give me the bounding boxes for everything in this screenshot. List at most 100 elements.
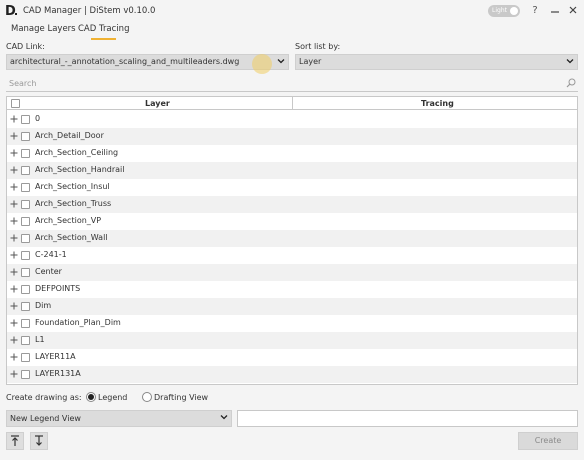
layer-name: Arch_Section_Wall [35,233,108,242]
table-row[interactable]: Arch_Section_Ceiling [7,145,577,162]
expand-plus-icon[interactable] [10,217,18,225]
cad-link-label: CAD Link: [6,42,45,51]
table-row[interactable]: Arch_Detail_Door [7,128,577,145]
table-row[interactable]: Arch_Section_VP [7,213,577,230]
layer-name: 0 [35,114,41,123]
cad-link-select[interactable]: architectural_-_annotation_scaling_and_m… [6,54,289,70]
theme-toggle[interactable]: Light [488,5,520,17]
table-row[interactable]: Arch_Section_Insul [7,179,577,196]
row-checkbox[interactable] [21,115,30,124]
minimize-icon [551,11,559,13]
expand-plus-icon[interactable] [10,370,18,378]
table-row[interactable]: Dim [7,298,577,315]
column-header-layer[interactable]: Layer [145,99,170,108]
expand-plus-icon[interactable] [10,336,18,344]
search-input[interactable]: Search [6,76,578,92]
expand-plus-icon[interactable] [10,285,18,293]
expand-plus-icon[interactable] [10,302,18,310]
table-row[interactable]: DEFPOINTS [7,281,577,298]
help-icon: ? [532,4,538,16]
row-checkbox[interactable] [21,370,30,379]
title-bar: D CAD Manager | DiStem v0.10.0 Light ? [0,0,584,22]
expand-plus-icon[interactable] [10,149,18,157]
expand-plus-icon[interactable] [10,132,18,140]
layer-name: C-241-1 [35,250,67,259]
column-header-tracing[interactable]: Tracing [421,99,454,108]
view-type-select[interactable]: New Legend View [6,410,232,427]
column-divider[interactable] [292,97,293,110]
tab-cad-tracing[interactable]: CAD Tracing [78,24,129,40]
tab-bar: Manage Layers CAD Tracing [0,22,584,40]
expand-plus-icon[interactable] [10,251,18,259]
app-title: CAD Manager | DiStem v0.10.0 [23,6,156,16]
view-name-input[interactable] [237,410,578,427]
table-row[interactable]: L1 [7,332,577,349]
chevron-down-icon [566,59,574,64]
expand-plus-icon[interactable] [10,234,18,242]
expand-plus-icon[interactable] [10,166,18,174]
expand-plus-icon[interactable] [10,200,18,208]
row-checkbox[interactable] [21,132,30,141]
layer-name: Arch_Section_Handrail [35,165,125,174]
row-checkbox[interactable] [21,285,30,294]
close-button[interactable] [566,3,580,17]
select-all-checkbox[interactable] [11,99,20,108]
layer-name: Center [35,267,62,276]
move-down-button[interactable] [30,432,48,450]
drafting-view-radio[interactable] [142,392,152,402]
row-checkbox[interactable] [21,200,30,209]
drafting-view-radio-label: Drafting View [154,393,209,402]
layer-name: Arch_Section_Ceiling [35,148,119,157]
row-checkbox[interactable] [21,217,30,226]
row-checkbox[interactable] [21,336,30,345]
search-icon [566,78,576,88]
table-row[interactable]: Arch_Section_Truss [7,196,577,213]
expand-plus-icon[interactable] [10,268,18,276]
table-row[interactable]: LAYER11A [7,349,577,366]
layer-name: Foundation_Plan_Dim [35,318,121,327]
row-checkbox[interactable] [21,149,30,158]
toggle-knob [510,7,518,15]
table-header: Layer Tracing [7,97,577,110]
table-row[interactable]: C-241-1 [7,247,577,264]
expand-plus-icon[interactable] [10,115,18,123]
chevron-down-icon [220,415,228,420]
cad-link-value: architectural_-_annotation_scaling_and_m… [10,57,240,66]
table-row[interactable]: LAYER131A [7,366,577,383]
layer-name: DEFPOINTS [35,284,81,293]
row-checkbox[interactable] [21,183,30,192]
row-checkbox[interactable] [21,268,30,277]
layer-name: LAYER11A [35,352,76,361]
layer-name: L1 [35,335,45,344]
svg-text:D: D [5,4,16,17]
sort-select[interactable]: Layer [295,54,578,70]
table-row[interactable]: 0 [7,111,577,128]
row-checkbox[interactable] [21,251,30,260]
table-row[interactable]: Arch_Section_Wall [7,230,577,247]
table-row[interactable]: Arch_Section_Handrail [7,162,577,179]
legend-radio[interactable] [86,392,96,402]
tab-manage-layers[interactable]: Manage Layers [11,24,76,34]
expand-plus-icon[interactable] [10,183,18,191]
layer-name: Arch_Detail_Door [35,131,104,140]
row-checkbox[interactable] [21,353,30,362]
table-row[interactable]: Foundation_Plan_Dim [7,315,577,332]
chevron-down-icon [277,59,285,64]
table-row[interactable]: Center [7,264,577,281]
expand-plus-icon[interactable] [10,319,18,327]
create-drawing-label: Create drawing as: [6,393,82,402]
move-up-button[interactable] [6,432,24,450]
row-checkbox[interactable] [21,234,30,243]
expand-plus-icon[interactable] [10,353,18,361]
sort-value: Layer [299,57,322,66]
row-checkbox[interactable] [21,302,30,311]
row-checkbox[interactable] [21,166,30,175]
app-logo: D [5,3,19,19]
create-button[interactable]: Create [518,432,578,450]
table-body: 0 Arch_Detail_Door Arch_Section_Ceiling Arc… [7,111,577,383]
minimize-button[interactable] [548,3,562,17]
row-checkbox[interactable] [21,319,30,328]
help-button[interactable]: ? [528,3,542,17]
layer-name: LAYER131A [35,369,81,378]
view-type-value: New Legend View [10,414,81,423]
